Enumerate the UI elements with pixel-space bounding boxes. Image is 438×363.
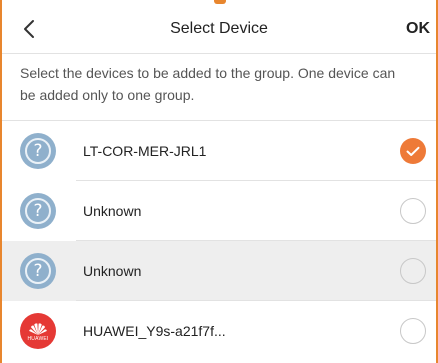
app-frame: Select Device OK Select the devices to b… — [0, 0, 438, 363]
instruction-text: Select the devices to be added to the gr… — [20, 65, 396, 103]
huawei-logo-icon: HUAWEI — [20, 313, 56, 349]
device-name: Unknown — [83, 203, 142, 219]
question-mark-icon: ? — [25, 198, 51, 224]
unknown-device-icon: ? — [20, 253, 56, 289]
device-row-2[interactable]: ? Unknown — [2, 181, 436, 241]
device-row-3[interactable]: ? Unknown — [2, 241, 436, 301]
unknown-device-icon: ? — [20, 133, 56, 169]
page-title: Select Device — [170, 20, 268, 37]
device-name: HUAWEI_Y9s-a21f7f... — [83, 323, 226, 339]
device-name: LT-COR-MER-JRL1 — [83, 143, 207, 159]
unselected-checkbox[interactable] — [400, 258, 426, 284]
unselected-checkbox[interactable] — [400, 318, 426, 344]
question-mark-icon: ? — [25, 258, 51, 284]
unknown-device-icon: ? — [20, 193, 56, 229]
header-bar: Select Device OK — [2, 4, 436, 54]
device-list: ? LT-COR-MER-JRL1 ? Unknown ? Unknown HU… — [2, 121, 436, 361]
device-row-1[interactable]: ? LT-COR-MER-JRL1 — [2, 121, 436, 181]
checkmark-icon — [406, 146, 420, 156]
back-button[interactable] — [14, 12, 44, 46]
device-name: Unknown — [83, 263, 142, 279]
huawei-petal-icon — [29, 323, 47, 335]
unselected-checkbox[interactable] — [400, 198, 426, 224]
selected-checkbox[interactable] — [400, 138, 426, 164]
device-row-4[interactable]: HUAWEI HUAWEI_Y9s-a21f7f... — [2, 301, 436, 361]
question-mark-icon: ? — [25, 138, 51, 164]
huawei-brand-text: HUAWEI — [27, 336, 49, 342]
chevron-left-icon — [24, 20, 34, 38]
ok-button[interactable]: OK — [402, 12, 434, 46]
